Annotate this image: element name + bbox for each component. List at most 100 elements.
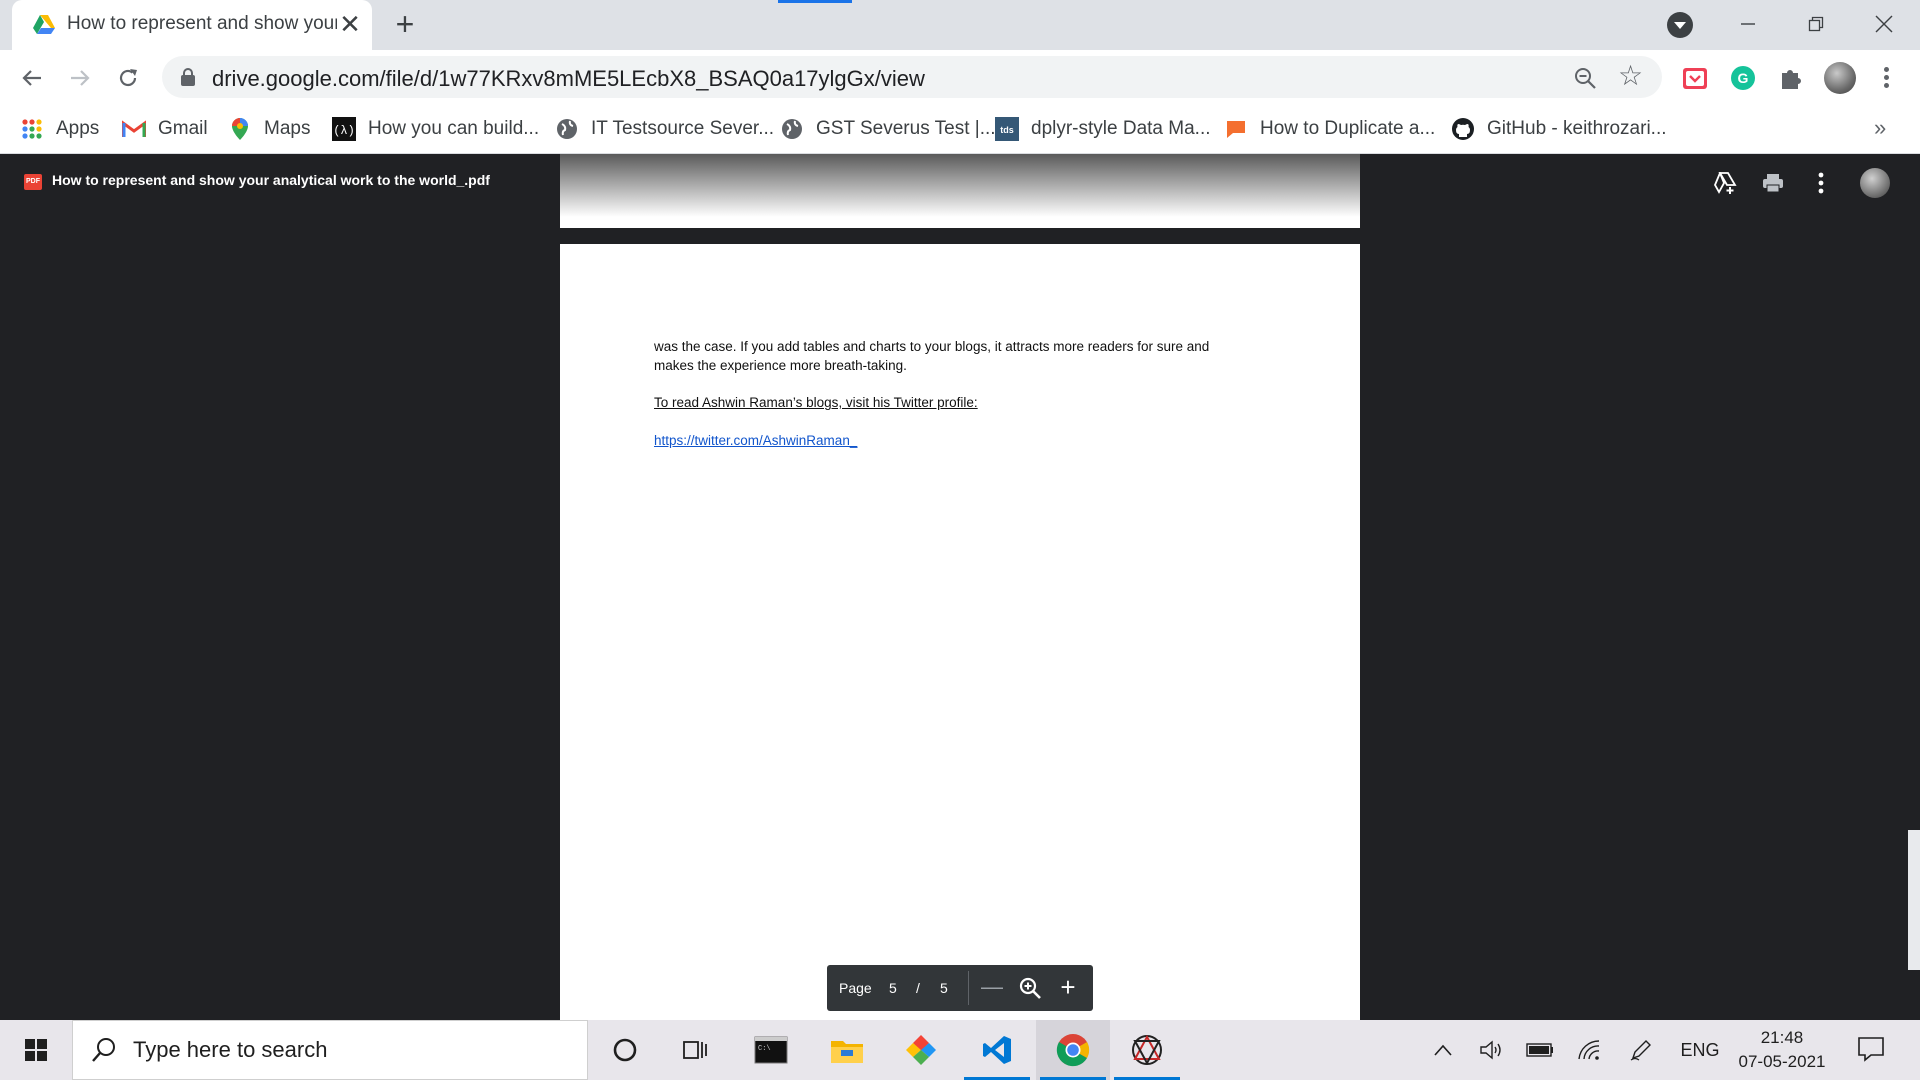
battery-icon [1526, 1043, 1553, 1057]
page-navigator: Page 5 / 5 — + [827, 965, 1093, 1011]
bookmark-gst-severus[interactable]: GST Severus Test |... [780, 115, 996, 143]
system-clock[interactable]: 21:48 07-05-2021 [1732, 1026, 1832, 1074]
url-text[interactable]: drive.google.com/file/d/1w77KRxv8mME5LEc… [212, 66, 925, 92]
colorful-diamond-app-icon [905, 1034, 937, 1066]
profile-avatar[interactable] [1824, 62, 1856, 94]
start-button[interactable] [0, 1020, 72, 1080]
svg-text:C:\: C:\ [758, 1045, 771, 1053]
pen-workspace-button[interactable] [1624, 1020, 1658, 1080]
folder-icon [831, 1041, 863, 1063]
volume-button[interactable] [1474, 1020, 1508, 1080]
chrome-menu-icon[interactable] [1880, 64, 1892, 92]
address-bar[interactable]: drive.google.com/file/d/1w77KRxv8mME5LEc… [162, 56, 1662, 98]
show-hidden-icons-button[interactable] [1428, 1020, 1458, 1080]
bookmark-label: GitHub - keithrozari... [1487, 118, 1667, 139]
more-actions-button[interactable] [1808, 170, 1834, 196]
drive-add-icon [1713, 172, 1737, 194]
reload-icon [119, 69, 137, 87]
add-to-drive-button[interactable] [1712, 170, 1738, 196]
pdf-page: was the case. If you add tables and char… [560, 244, 1360, 1020]
search-placeholder: Type here to search [133, 1037, 328, 1062]
tab-search-icon[interactable] [1667, 12, 1693, 38]
bookmark-github[interactable]: GitHub - keithrozari... [1451, 115, 1667, 143]
bookmark-maps[interactable]: Maps [228, 115, 310, 143]
close-window-button[interactable] [1864, 6, 1904, 42]
apps-grid-icon [20, 117, 44, 141]
bookmark-star-icon[interactable]: ☆ [1618, 62, 1643, 90]
tds-icon: tds [995, 117, 1019, 141]
lock-icon[interactable] [180, 68, 196, 86]
bookmark-label: GST Severus Test |... [816, 118, 996, 139]
globe-icon [780, 117, 804, 141]
taskbar-terminal[interactable]: C:\ [734, 1020, 808, 1080]
task-view-icon [683, 1041, 707, 1059]
reload-button[interactable] [108, 58, 148, 98]
bookmark-label: How to Duplicate a... [1260, 118, 1436, 139]
account-avatar[interactable] [1860, 168, 1890, 198]
tab-close-icon[interactable]: ✕ [335, 9, 365, 39]
file-title: How to represent and show your analytica… [52, 172, 490, 188]
bookmarks-overflow-button[interactable]: » [1874, 115, 1886, 141]
new-tab-button[interactable]: + [388, 8, 422, 42]
browser-tab-strip: How to represent and show your analytica… [0, 0, 1920, 50]
pocket-extension-icon[interactable] [1680, 63, 1710, 93]
svg-text:(λ): (λ) [333, 124, 355, 138]
language-indicator[interactable]: ENG [1674, 1020, 1726, 1080]
zoom-magnifier-icon[interactable] [1017, 975, 1043, 1001]
bookmark-it-testsource[interactable]: IT Testsource Sever... [555, 115, 774, 143]
cortana-button[interactable] [588, 1020, 662, 1080]
clock-time: 21:48 [1760, 1028, 1804, 1047]
taskbar-app-diamond[interactable] [884, 1020, 958, 1080]
battery-button[interactable] [1522, 1020, 1558, 1080]
site-logo-icon: (λ) [332, 117, 356, 141]
zoom-icon[interactable] [1572, 65, 1598, 91]
back-button[interactable] [12, 58, 52, 98]
bookmark-apps[interactable]: Apps [20, 115, 99, 143]
more-vert-icon [1818, 172, 1824, 194]
minimize-button[interactable] [1728, 6, 1768, 42]
search-icon [92, 1038, 115, 1062]
page-text-underlined: To read Ashwin Raman’s blogs, visit his … [654, 395, 978, 410]
taskbar-search-box[interactable]: Type here to search [72, 1020, 588, 1080]
pdf-file-icon: PDF [24, 174, 42, 190]
chat-bubble-icon [1224, 117, 1248, 141]
task-view-button[interactable] [658, 1020, 732, 1080]
spider-web-app-icon [1132, 1034, 1162, 1066]
svg-text:tds: tds [1000, 125, 1014, 135]
wifi-icon [1578, 1040, 1600, 1060]
speaker-icon [1480, 1040, 1501, 1060]
page-separator: / [916, 980, 920, 996]
notification-center-icon[interactable] [1856, 1034, 1886, 1064]
twitter-profile-link[interactable]: https://twitter.com/AshwinRaman_ [654, 432, 857, 450]
grammarly-extension-icon[interactable]: G [1728, 63, 1758, 93]
print-icon [1763, 174, 1783, 193]
bookmark-gmail[interactable]: Gmail [122, 115, 208, 143]
chrome-icon [1056, 1034, 1090, 1067]
extensions-puzzle-icon[interactable] [1776, 63, 1806, 93]
bookmark-label: Apps [56, 118, 100, 139]
restore-button[interactable] [1796, 6, 1836, 42]
current-page-input[interactable]: 5 [889, 980, 897, 996]
taskbar-file-explorer[interactable] [810, 1020, 884, 1080]
zoom-out-button[interactable]: — [979, 975, 1005, 1001]
wifi-button[interactable] [1572, 1020, 1606, 1080]
scrollbar-thumb[interactable] [1908, 830, 1920, 970]
maps-pin-icon [228, 117, 252, 141]
browser-tab-active[interactable]: How to represent and show your analytica… [12, 0, 372, 50]
chevron-up-icon [1434, 1044, 1452, 1056]
zoom-in-button[interactable]: + [1055, 973, 1081, 1001]
vscode-icon [983, 1036, 1011, 1064]
forward-button[interactable] [60, 58, 100, 98]
print-button[interactable] [1760, 170, 1786, 196]
taskbar-vscode[interactable] [960, 1020, 1034, 1080]
bookmark-dplyr-style[interactable]: tds dplyr-style Data Ma... [995, 115, 1211, 143]
bookmark-how-to-duplicate[interactable]: How to Duplicate a... [1224, 115, 1435, 143]
browser-toolbar: drive.google.com/file/d/1w77KRxv8mME5LEc… [0, 50, 1920, 105]
bookmarks-bar: Apps Gmail Maps (λ) How you can build...… [0, 105, 1920, 154]
taskbar-chrome[interactable] [1036, 1020, 1110, 1080]
bookmark-label: How you can build... [368, 118, 540, 139]
windows-taskbar: Type here to search C:\ ENG 21:48 07-05-… [0, 1020, 1920, 1080]
bookmark-how-you-can-build[interactable]: (λ) How you can build... [332, 115, 539, 143]
viewer-header: PDF How to represent and show your analy… [0, 154, 1920, 210]
taskbar-app-web[interactable] [1110, 1020, 1184, 1080]
